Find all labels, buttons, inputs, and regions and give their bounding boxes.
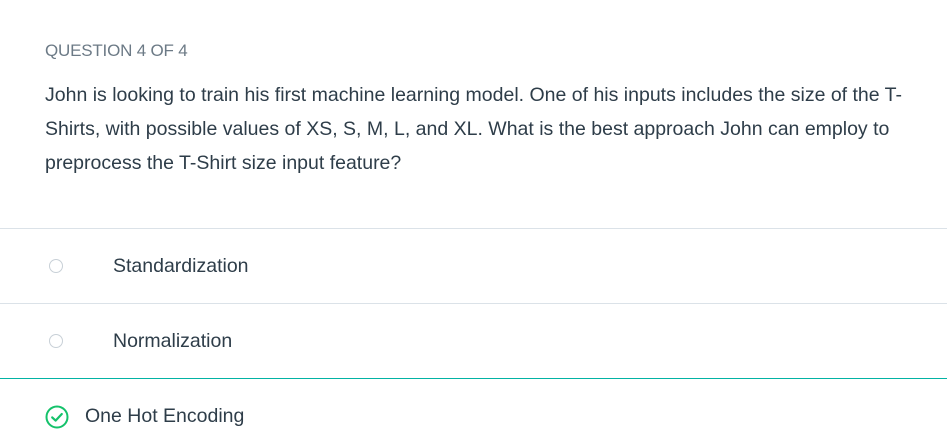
question-text: John is looking to train his first machi…	[45, 84, 903, 174]
radio-empty-icon[interactable]	[49, 259, 63, 273]
radio-empty-icon[interactable]	[49, 334, 63, 348]
answer-option-standardization[interactable]: Standardization	[0, 228, 947, 303]
answer-option-normalization[interactable]: Normalization	[0, 303, 947, 378]
answer-option-label: Normalization	[113, 330, 233, 352]
answer-option-one-hot-encoding[interactable]: One Hot Encoding	[0, 378, 947, 448]
answer-option-label: One Hot Encoding	[85, 405, 245, 427]
answer-option-label: Standardization	[113, 255, 249, 277]
check-circle-icon	[45, 405, 69, 429]
question-label: QUESTION 4 OF 4	[45, 41, 188, 60]
